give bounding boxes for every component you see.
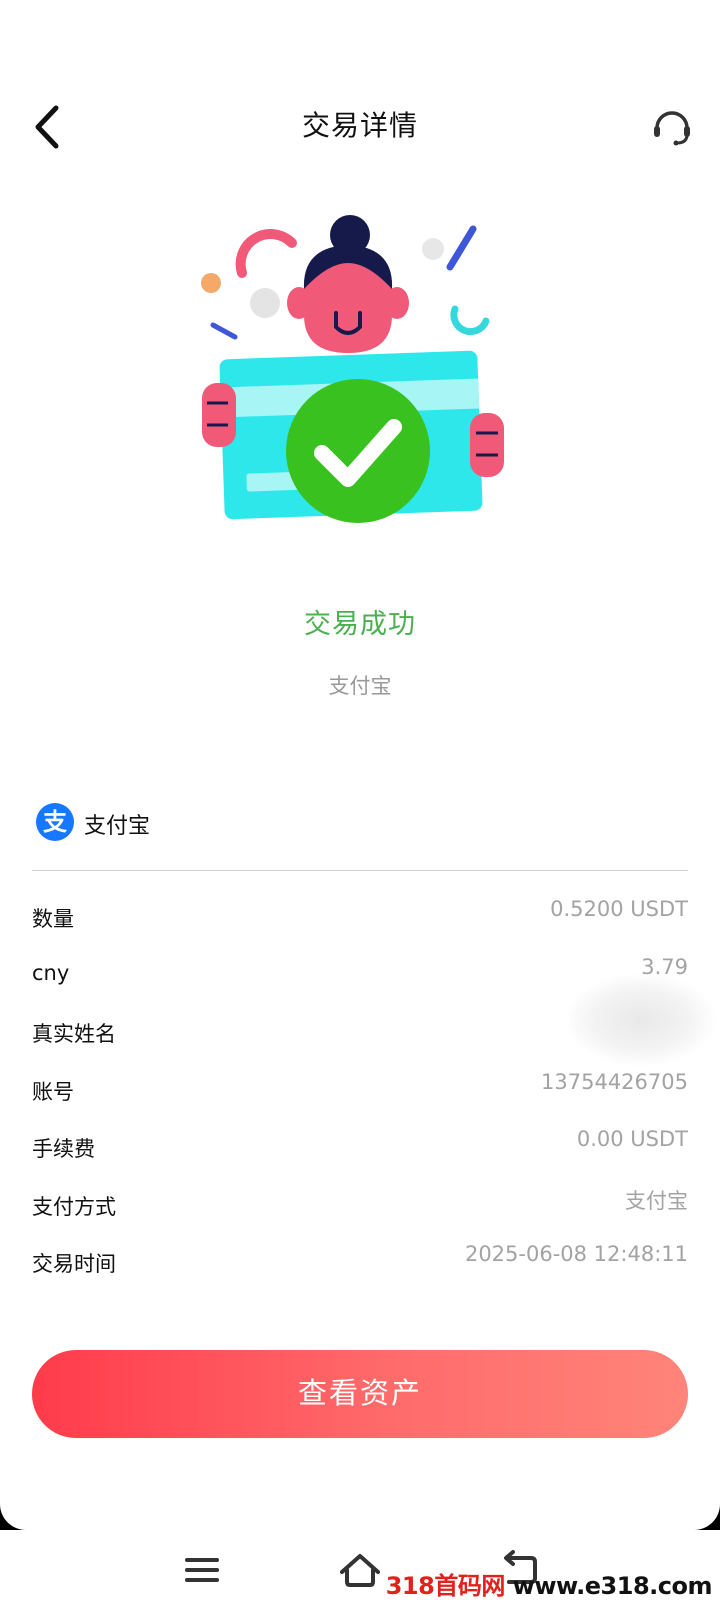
detail-row-fee: 手续费 0.00 USDT <box>32 1125 688 1183</box>
hand-left <box>202 383 236 447</box>
hand-right <box>470 413 504 477</box>
watermark-black: www.e318.com <box>504 1572 713 1600</box>
detail-label: 交易时间 <box>32 1252 116 1276</box>
home-icon <box>340 1554 380 1587</box>
status-subtitle: 支付宝 <box>328 674 392 698</box>
detail-label: 账号 <box>32 1079 74 1104</box>
payment-method-row: 支 支付宝 <box>32 800 688 872</box>
menu-icon <box>185 1558 219 1582</box>
payment-method-label: 支付宝 <box>84 814 151 839</box>
detail-value: 0.5200 USDT <box>550 897 688 921</box>
divider <box>32 870 688 871</box>
detail-label: 支付方式 <box>32 1194 116 1219</box>
success-illustration <box>201 215 504 523</box>
header: 交易详情 <box>0 80 720 170</box>
view-assets-button[interactable]: 查看资产 <box>32 1350 688 1438</box>
page-title: 交易详情 <box>301 109 418 142</box>
confetti-blue-line <box>446 225 477 271</box>
system-nav-bar: 318首码网 www.e318.com <box>0 1530 720 1612</box>
confetti-gray-dot-small <box>422 238 444 260</box>
detail-row-quantity: 数量 0.5200 USDT <box>32 895 688 953</box>
detail-row-real-name: 真实姓名 <box>32 974 716 1068</box>
watermark-red: 318首码网 <box>385 1572 506 1600</box>
confetti-cyan-arc <box>450 305 490 336</box>
detail-value: 支付宝 <box>625 1188 688 1213</box>
detail-label: 手续费 <box>32 1137 95 1161</box>
confetti-pink-arc <box>235 229 297 278</box>
screen: 交易详情 交易成功 支付宝 支 支付宝 数量 0.5200 USDT cny 3… <box>0 0 720 1530</box>
confetti-gray-dot <box>250 288 280 318</box>
detail-row-account: 账号 13754426705 <box>32 1068 688 1126</box>
alipay-icon: 支 <box>36 803 74 841</box>
headset-icon <box>654 111 690 146</box>
detail-label: cny <box>32 960 70 985</box>
nav-menu-button[interactable] <box>177 1548 227 1592</box>
detail-label: 真实姓名 <box>32 1022 116 1046</box>
check-circle <box>286 379 430 523</box>
detail-value: 13754426705 <box>541 1069 688 1094</box>
confetti-blue-dash <box>210 322 238 340</box>
status-title: 交易成功 <box>304 609 416 640</box>
watermark: 318首码网 www.e318.com <box>385 1566 713 1601</box>
customer-service-button[interactable] <box>650 104 694 148</box>
detail-row-payment-method: 支付方式 支付宝 <box>32 1183 688 1241</box>
redaction-blur <box>566 974 716 1066</box>
detail-list: 数量 0.5200 USDT cny 3.79 真实姓名 账号 13754426… <box>32 895 716 1298</box>
detail-row-time: 交易时间 2025-06-08 12:48:11 <box>32 1240 688 1298</box>
nav-home-button[interactable] <box>335 1548 385 1592</box>
detail-label: 数量 <box>32 907 74 931</box>
detail-value: 2025-06-08 12:48:11 <box>464 1242 688 1266</box>
detail-value: 0.00 USDT <box>576 1127 688 1151</box>
confetti-orange-dot <box>201 273 221 293</box>
